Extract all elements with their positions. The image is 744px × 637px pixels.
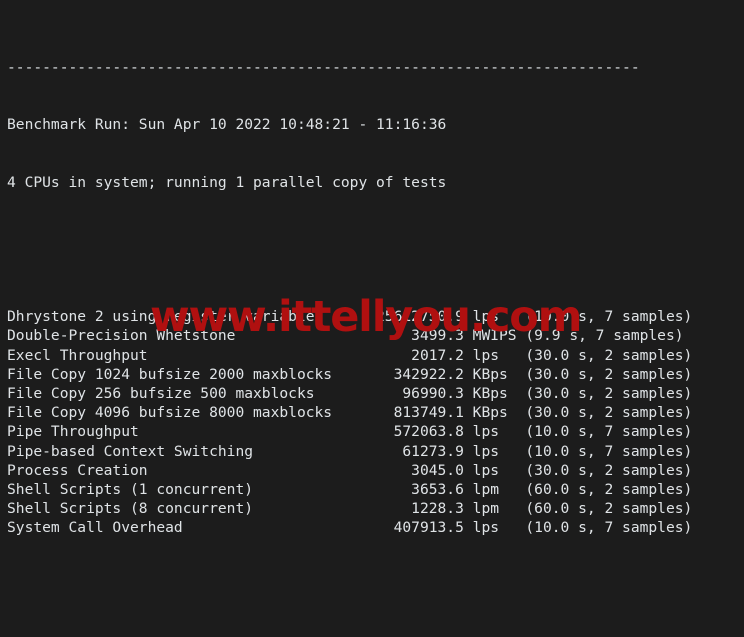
benchmark-result-row: File Copy 256 bufsize 500 maxblocks 9699… [7,384,693,402]
benchmark-result-row: Pipe-based Context Switching 61273.9 lps… [7,442,693,460]
benchmark-result-row: Shell Scripts (8 concurrent) 1228.3 lpm … [7,500,693,518]
benchmark-result-row: Execl Throughput 2017.2 lps (30.0 s, 2 s… [7,346,693,364]
top-divider-rule: ----------------------------------------… [7,58,640,76]
benchmark-run-line: Benchmark Run: Sun Apr 10 2022 10:48:21 … [7,116,447,134]
benchmark-result-row: File Copy 1024 bufsize 2000 maxblocks 34… [7,365,693,383]
benchmark-result-row: File Copy 4096 bufsize 8000 maxblocks 81… [7,404,693,422]
benchmark-result-row: Process Creation 3045.0 lps (30.0 s, 2 s… [7,461,693,479]
benchmark-result-row: Dhrystone 2 using register variables 256… [7,308,693,326]
benchmark-result-row: Shell Scripts (1 concurrent) 3653.6 lpm … [7,480,693,498]
benchmark-results-block: Dhrystone 2 using register variables 256… [7,307,744,537]
benchmark-result-row: Pipe Throughput 572063.8 lps (10.0 s, 7 … [7,423,693,441]
cpu-info-line: 4 CPUs in system; running 1 parallel cop… [7,173,447,191]
terminal-window: www.ittellyou.com ----------------------… [0,0,744,637]
benchmark-result-row: System Call Overhead 407913.5 lps (10.0 … [7,519,693,537]
terminal-output: ----------------------------------------… [7,0,744,637]
benchmark-result-row: Double-Precision Whetstone 3499.3 MWIPS … [7,327,684,345]
